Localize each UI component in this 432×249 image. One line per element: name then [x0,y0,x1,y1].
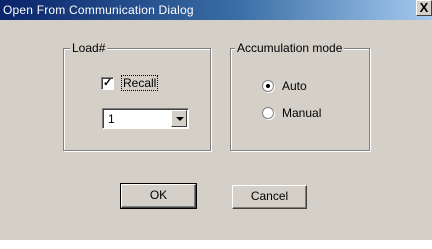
load-number-dropdown-button[interactable] [171,110,187,127]
open-from-communication-dialog: Open From Communication Dialog X Load# ✓… [0,0,432,240]
accumulation-mode-group: Accumulation mode [230,41,370,151]
close-button[interactable]: X [416,0,432,16]
cancel-button[interactable]: Cancel [232,185,307,209]
checkmark-icon: ✓ [103,77,113,89]
load-number-value: 1 [108,112,115,126]
auto-label[interactable]: Auto [282,79,307,93]
manual-label[interactable]: Manual [282,106,321,120]
load-group-legend: Load# [70,41,108,55]
load-number-select[interactable]: 1 [102,108,189,129]
load-group: Load# [63,41,211,151]
recall-label[interactable]: Recall [121,75,159,91]
recall-checkbox[interactable]: ✓ [101,77,114,90]
auto-radio[interactable] [262,80,274,92]
chevron-down-icon [176,117,184,121]
close-icon: X [419,0,429,15]
ok-button[interactable]: OK [120,183,197,209]
title-bar: Open From Communication Dialog X [0,0,432,20]
accumulation-mode-legend: Accumulation mode [235,41,345,55]
dialog-title: Open From Communication Dialog [3,3,194,17]
manual-radio[interactable] [262,107,274,119]
radio-selected-dot [266,84,270,88]
